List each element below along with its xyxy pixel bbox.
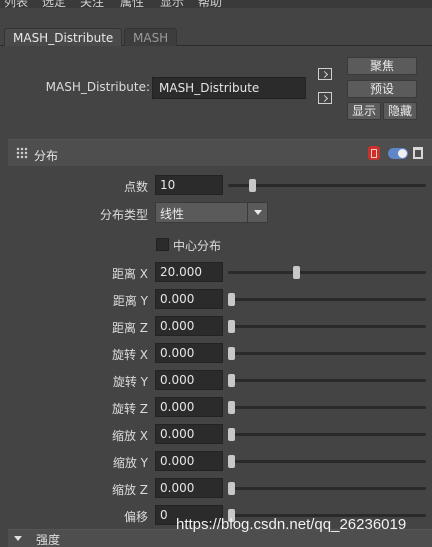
points-slider[interactable] [228, 179, 426, 192]
param-slider-handle[interactable] [228, 482, 235, 495]
param-field[interactable]: 0.000 [155, 397, 223, 417]
menu-item-display[interactable]: 显示 [160, 0, 184, 8]
param-slider-handle[interactable] [228, 428, 235, 441]
distribute-section-header[interactable]: 分布 [8, 139, 432, 166]
show-button[interactable]: 显示 [347, 102, 381, 120]
distribution-type-label: 分布类型 [99, 208, 148, 222]
param-label: 距离 X [111, 267, 148, 281]
grid-icon [16, 147, 28, 159]
param-label: 缩放 X [111, 429, 148, 443]
param-slider[interactable] [228, 320, 426, 333]
menu-item-focus[interactable]: 关注 [80, 0, 104, 8]
menu-item-select[interactable]: 选定 [42, 0, 66, 8]
param-field[interactable]: 0.000 [155, 289, 223, 309]
param-label: 距离 Y [112, 294, 148, 308]
node-name-field[interactable]: MASH_Distribute [152, 77, 306, 99]
param-slider[interactable] [228, 347, 426, 360]
param-field[interactable]: 20.000 [155, 262, 223, 282]
center-distribution-checkbox[interactable] [156, 238, 169, 251]
param-slider-handle[interactable] [228, 347, 235, 360]
param-field[interactable]: 0.000 [155, 370, 223, 390]
watermark: https://blog.csdn.net/qq_26236019 [176, 516, 407, 533]
points-field[interactable]: 10 [155, 175, 223, 195]
param-slider-handle[interactable] [228, 293, 235, 306]
center-distribution-label: 中心分布 [173, 239, 222, 253]
strength-section-title: 强度 [36, 533, 61, 547]
param-slider-handle[interactable] [292, 266, 300, 279]
param-label: 旋转 Y [112, 375, 148, 389]
toggle-icon[interactable] [388, 148, 408, 159]
focus-button[interactable]: 聚焦 [347, 57, 417, 75]
param-label: 缩放 Y [112, 456, 148, 470]
param-field[interactable]: 0.000 [155, 424, 223, 444]
param-slider-handle[interactable] [228, 320, 235, 333]
menu-bar: 列表 选定 关注 属性 显示 帮助 [0, 0, 432, 8]
param-slider[interactable] [228, 428, 426, 441]
param-slider[interactable] [228, 266, 426, 279]
section-title: 分布 [34, 149, 59, 163]
tab-mash[interactable]: MASH [124, 28, 178, 46]
param-slider-handle[interactable] [228, 455, 235, 468]
menu-item-list[interactable]: 列表 [4, 0, 28, 8]
points-slider-handle[interactable] [249, 179, 256, 192]
param-slider-handle[interactable] [228, 374, 235, 387]
input-connection-icon[interactable] [318, 68, 332, 80]
param-slider[interactable] [228, 401, 426, 414]
output-connection-icon[interactable] [318, 92, 332, 104]
param-field[interactable]: 0.000 [155, 316, 223, 336]
menu-item-help[interactable]: 帮助 [198, 0, 222, 8]
param-slider[interactable] [228, 293, 426, 306]
param-field[interactable]: 0.000 [155, 451, 223, 471]
param-label: 旋转 Z [111, 402, 148, 416]
param-field[interactable]: 0.000 [155, 343, 223, 363]
param-label: 偏移 [123, 510, 148, 524]
chevron-down-icon[interactable] [247, 202, 268, 223]
param-field[interactable]: 0.000 [155, 478, 223, 498]
trash-icon[interactable] [413, 147, 423, 159]
tab-bar: MASH_Distribute MASH [0, 24, 432, 46]
hide-button[interactable]: 隐藏 [383, 102, 417, 120]
param-label: 旋转 X [111, 348, 148, 362]
caret-down-icon [14, 536, 22, 541]
param-label: 缩放 Z [111, 483, 148, 497]
param-label: 距离 Z [111, 321, 148, 335]
node-name-label: MASH_Distribute: [45, 80, 150, 94]
param-slider[interactable] [228, 482, 426, 495]
presets-button[interactable]: 预设 [347, 80, 417, 98]
param-slider-handle[interactable] [228, 401, 235, 414]
param-slider[interactable] [228, 455, 426, 468]
tab-mash-distribute[interactable]: MASH_Distribute [4, 28, 123, 46]
red-node-icon[interactable] [368, 146, 380, 160]
points-label: 点数 [123, 180, 148, 194]
param-slider[interactable] [228, 374, 426, 387]
menu-item-attributes[interactable]: 属性 [120, 0, 144, 8]
